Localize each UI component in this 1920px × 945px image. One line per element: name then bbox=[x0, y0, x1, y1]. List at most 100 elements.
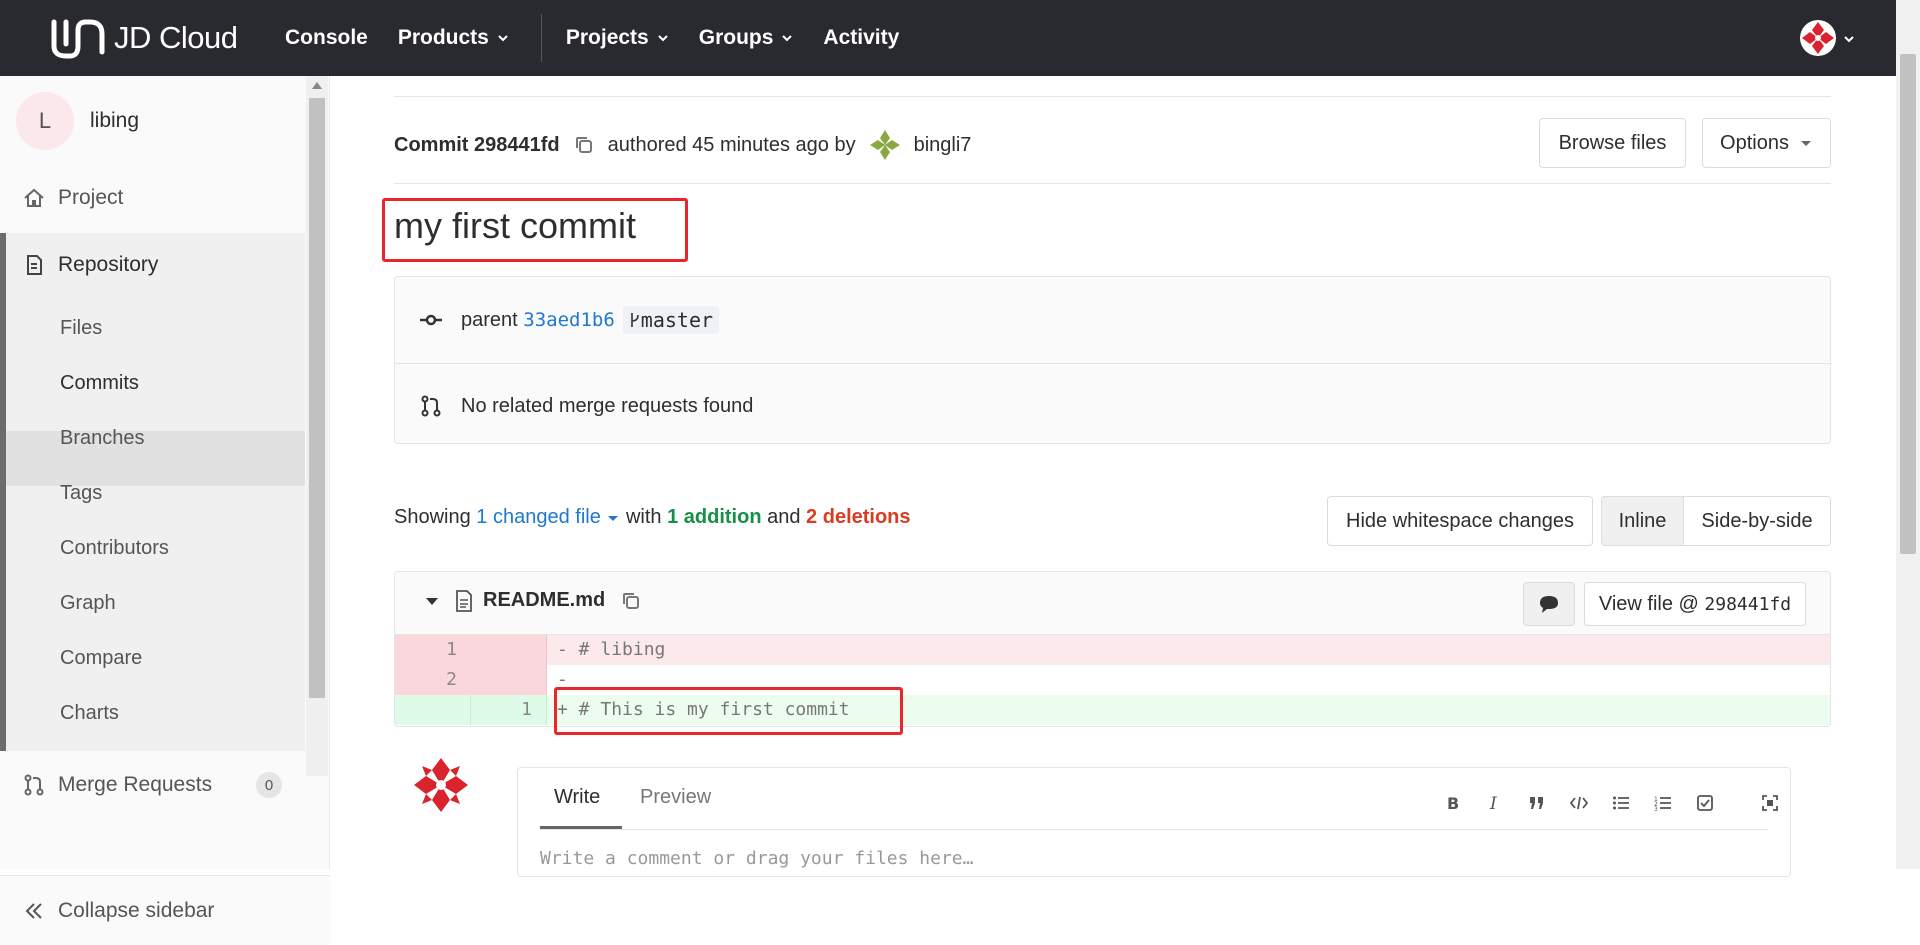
author-avatar[interactable] bbox=[867, 128, 902, 162]
divider bbox=[394, 183, 1831, 184]
project-header[interactable]: L libing bbox=[16, 92, 139, 150]
diff-summary: Showing 1 changed file with 1 addition a… bbox=[394, 506, 911, 529]
merge-request-icon bbox=[24, 774, 44, 796]
nav-activity[interactable]: Activity bbox=[823, 26, 899, 50]
merge-requests-count-badge: 0 bbox=[256, 772, 282, 798]
browse-files-label: Browse files bbox=[1558, 131, 1667, 154]
caret-down-icon[interactable] bbox=[425, 595, 439, 607]
tab-write[interactable]: Write bbox=[554, 786, 600, 809]
svg-text:I: I bbox=[1489, 794, 1497, 812]
quote-icon[interactable] bbox=[1528, 794, 1546, 812]
numbered-list-icon[interactable]: 123 bbox=[1654, 794, 1672, 812]
inline-view-button[interactable]: Inline bbox=[1601, 496, 1684, 546]
chevron-down-icon bbox=[658, 35, 668, 42]
nav-groups[interactable]: Groups bbox=[699, 26, 794, 50]
copy-icon[interactable] bbox=[574, 135, 594, 155]
merge-request-icon bbox=[421, 395, 441, 417]
branch-name: master bbox=[640, 308, 714, 332]
info-divider bbox=[395, 363, 1832, 364]
nav-products[interactable]: Products bbox=[398, 26, 509, 50]
italic-icon[interactable]: I bbox=[1486, 794, 1504, 812]
changed-files-dropdown[interactable]: 1 changed file bbox=[476, 506, 620, 528]
nav-projects[interactable]: Projects bbox=[566, 26, 669, 50]
changed-files-label: 1 changed file bbox=[476, 506, 601, 528]
task-list-icon[interactable] bbox=[1696, 794, 1714, 812]
repository-section bbox=[0, 233, 305, 751]
code-icon[interactable] bbox=[1570, 794, 1588, 812]
file-title[interactable]: README.md bbox=[425, 589, 641, 612]
sidebar-item-branches[interactable]: Branches bbox=[60, 427, 145, 450]
old-line-number[interactable] bbox=[395, 695, 471, 725]
page-scrollbar[interactable] bbox=[1896, 0, 1920, 869]
sidebar-item-merge-requests[interactable]: Merge Requests 0 bbox=[0, 763, 305, 807]
caret-down-icon bbox=[608, 516, 619, 521]
parent-sha-link[interactable]: 33aed1b6 bbox=[523, 309, 615, 331]
top-navbar: JD Cloud Console Products Projects Group… bbox=[0, 0, 1920, 76]
comment-icon bbox=[1540, 596, 1558, 613]
diff-code: - # libing bbox=[547, 635, 665, 665]
branch-tag[interactable]: master bbox=[622, 306, 720, 334]
bold-icon[interactable]: B bbox=[1444, 794, 1462, 812]
hide-whitespace-button[interactable]: Hide whitespace changes bbox=[1327, 496, 1593, 546]
user-avatar[interactable] bbox=[1800, 20, 1836, 56]
chevron-down-icon[interactable] bbox=[1843, 33, 1855, 45]
comment-toggle-button[interactable] bbox=[1523, 582, 1575, 626]
with-text: with bbox=[625, 506, 662, 528]
scroll-up-arrow-icon[interactable] bbox=[312, 82, 322, 89]
view-file-sha: 298441fd bbox=[1704, 593, 1792, 615]
active-item-highlight bbox=[6, 431, 305, 486]
new-line-number[interactable] bbox=[471, 635, 547, 665]
sidebar-item-project-label: Project bbox=[58, 186, 124, 209]
page-scrollbar-thumb[interactable] bbox=[1900, 54, 1916, 554]
collapse-sidebar-button[interactable]: Collapse sidebar bbox=[0, 875, 330, 945]
diff-line: 1 - # libing bbox=[395, 635, 1830, 665]
sidebar-scrollbar[interactable] bbox=[306, 76, 328, 776]
sidebar-item-repository[interactable]: Repository bbox=[0, 243, 305, 287]
sidebar-item-tags[interactable]: Tags bbox=[60, 482, 102, 505]
sidebar-item-contributors[interactable]: Contributors bbox=[60, 537, 169, 560]
chevron-down-icon bbox=[498, 35, 508, 42]
sidebar-item-project[interactable]: Project bbox=[0, 176, 305, 220]
browse-files-button[interactable]: Browse files bbox=[1539, 118, 1686, 168]
view-file-button[interactable]: View file @ 298441fd bbox=[1584, 582, 1806, 626]
caret-down-icon bbox=[1800, 141, 1811, 146]
comment-input[interactable]: Write a comment or drag your files here… bbox=[540, 848, 973, 869]
sidebar-scrollbar-thumb[interactable] bbox=[309, 98, 325, 698]
nav-console[interactable]: Console bbox=[285, 26, 368, 50]
jd-cloud-logo[interactable]: JD Cloud bbox=[48, 16, 238, 60]
old-line-number[interactable]: 2 bbox=[395, 665, 471, 695]
sidebar-item-files[interactable]: Files bbox=[60, 317, 102, 340]
diff-sign: - bbox=[557, 639, 568, 660]
current-user-avatar[interactable] bbox=[412, 756, 470, 814]
inline-label: Inline bbox=[1618, 509, 1667, 532]
options-dropdown[interactable]: Options bbox=[1702, 118, 1831, 168]
editor-tabs: Write Preview B I 123 bbox=[540, 768, 1778, 830]
side-by-side-label: Side-by-side bbox=[1701, 509, 1813, 532]
sidebar-item-commits[interactable]: Commits bbox=[60, 372, 139, 395]
sidebar-item-compare[interactable]: Compare bbox=[60, 647, 142, 670]
sidebar-item-graph[interactable]: Graph bbox=[60, 592, 116, 615]
logo-text: JD Cloud bbox=[114, 20, 238, 55]
sidebar-item-charts[interactable]: Charts bbox=[60, 702, 119, 725]
copy-icon[interactable] bbox=[621, 591, 641, 611]
jd-cloud-logo-icon bbox=[51, 19, 105, 59]
view-file-label: View file @ bbox=[1598, 592, 1699, 615]
tab-preview[interactable]: Preview bbox=[640, 786, 711, 809]
diff-text: # libing bbox=[567, 639, 666, 660]
project-name: libing bbox=[90, 109, 140, 132]
sidebar-item-merge-requests-label: Merge Requests bbox=[58, 773, 213, 796]
old-line-number[interactable]: 1 bbox=[395, 635, 471, 665]
new-line-number[interactable]: 1 bbox=[471, 695, 547, 725]
user-avatar-pattern-icon bbox=[1801, 21, 1835, 55]
chevron-down-icon bbox=[782, 35, 793, 42]
author-name[interactable]: bingli7 bbox=[914, 134, 972, 157]
merge-request-row: No related merge requests found bbox=[419, 387, 753, 425]
sidebar: L libing Project Repository Files Commit… bbox=[0, 76, 330, 945]
highlight-box bbox=[554, 687, 903, 735]
fullscreen-icon[interactable] bbox=[1761, 794, 1779, 812]
new-line-number[interactable] bbox=[471, 665, 547, 695]
main-content: Commit 298441fd authored 45 minutes ago … bbox=[330, 76, 1890, 877]
side-by-side-button[interactable]: Side-by-side bbox=[1683, 496, 1831, 546]
collapse-sidebar-label: Collapse sidebar bbox=[58, 898, 215, 922]
bullet-list-icon[interactable] bbox=[1612, 794, 1630, 812]
